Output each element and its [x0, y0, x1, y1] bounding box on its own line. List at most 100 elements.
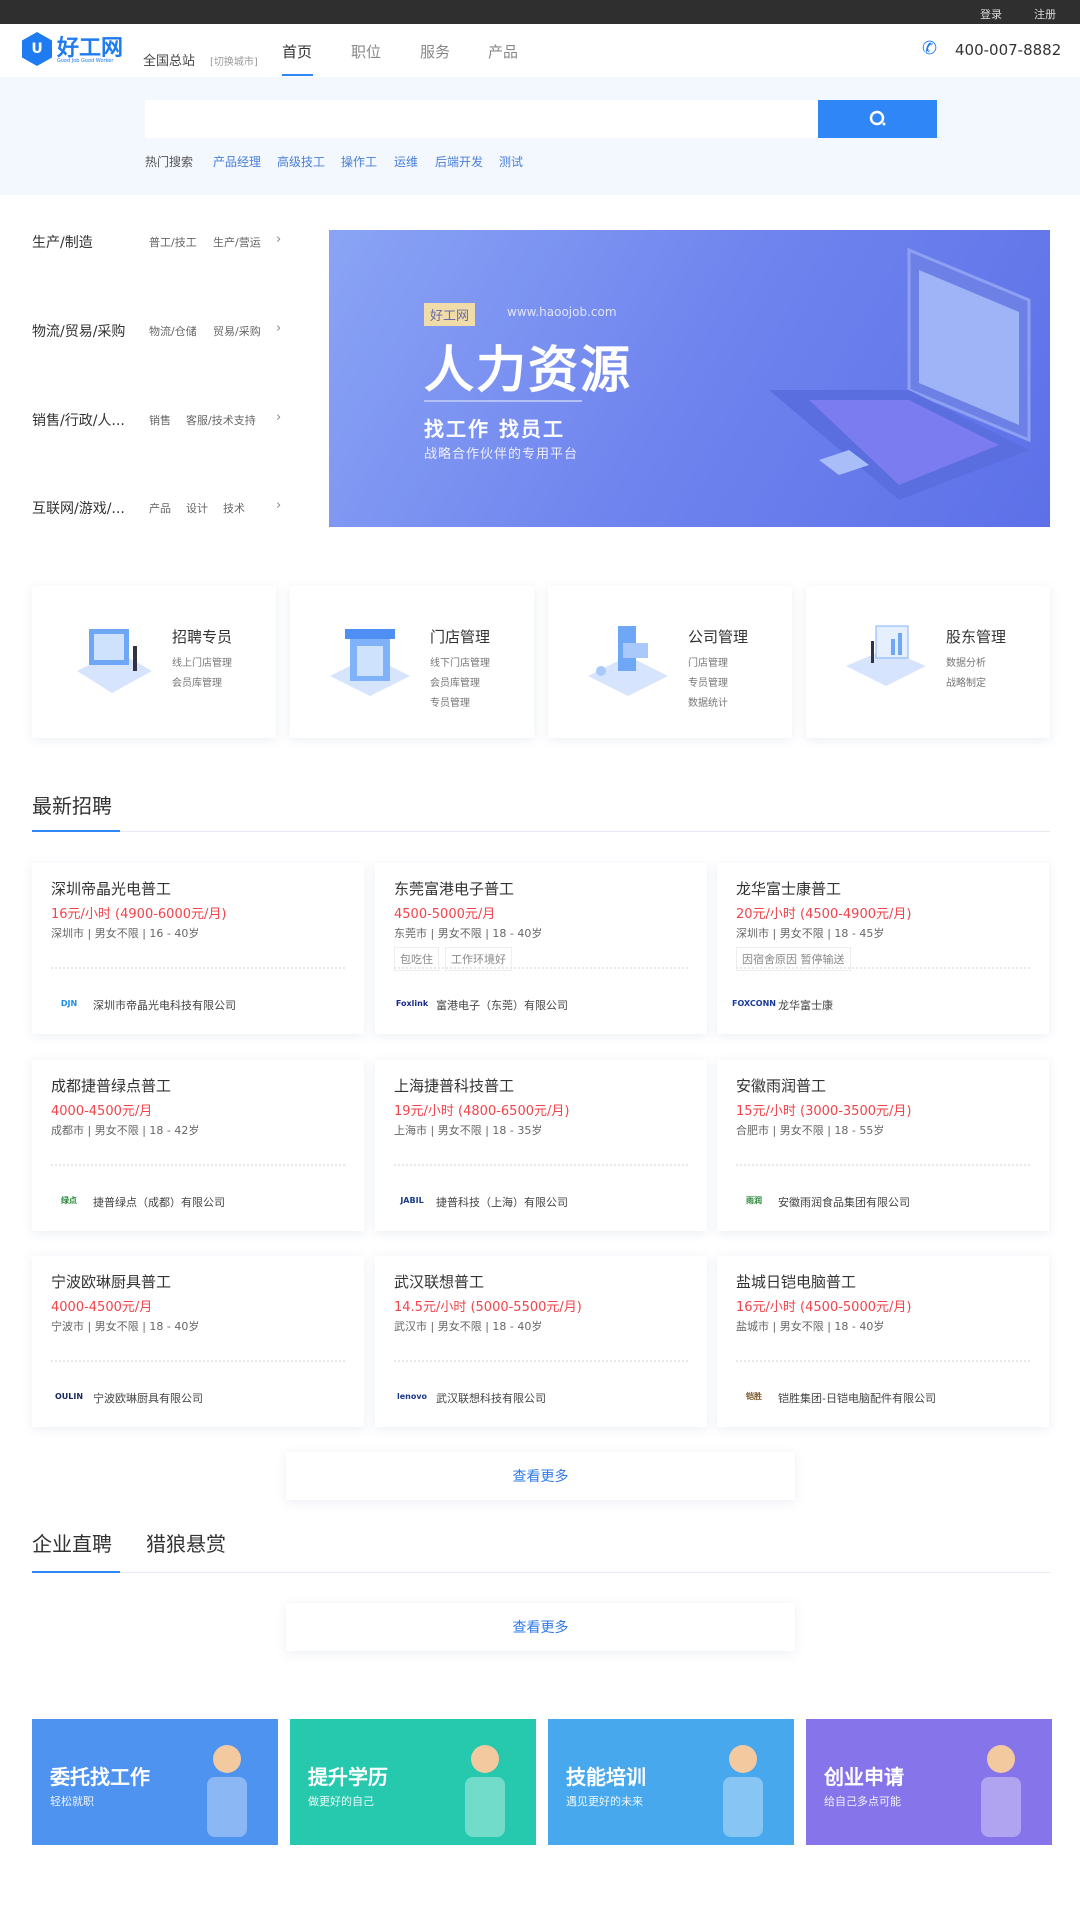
promo-title: 委托找工作: [50, 1765, 150, 1789]
job-title[interactable]: 宁波欧琳厨具普工: [51, 1271, 171, 1292]
job-meta: 东莞市 | 男女不限 | 18 - 40岁: [394, 927, 543, 940]
category-row[interactable]: 生产/制造 普工/技工 生产/营运 ›: [32, 232, 292, 252]
promo-illustration: [981, 1745, 1021, 1837]
promo-banner[interactable]: 创业申请 给自己多点可能: [806, 1719, 1052, 1845]
promo-illustration: [207, 1745, 247, 1837]
nav-jobs[interactable]: 职位: [351, 41, 381, 62]
job-salary: 16元/小时 (4900-6000元/月): [51, 907, 227, 922]
service-title: 公司管理: [688, 628, 749, 646]
promo-banner[interactable]: 技能培训 遇见更好的未来: [548, 1719, 794, 1845]
job-title[interactable]: 安徽雨润普工: [736, 1075, 826, 1096]
category-row[interactable]: 物流/贸易/采购 物流/仓储 贸易/采购 ›: [32, 321, 292, 341]
job-title[interactable]: 盐城日铠电脑普工: [736, 1271, 856, 1292]
company-logo: lenovo: [396, 1391, 428, 1401]
logo-text: 好工网: [57, 36, 124, 61]
promo-subtitle: 遇见更好的未来: [566, 1795, 643, 1808]
company-name[interactable]: 龙华富士康: [778, 997, 833, 1013]
job-title[interactable]: 深圳帝晶光电普工: [51, 878, 171, 899]
company-name[interactable]: 捷普科技（上海）有限公司: [436, 1194, 568, 1210]
category-row[interactable]: 销售/行政/人... 销售 客服/技术支持 ›: [32, 410, 292, 430]
tab-headhunter-bounty[interactable]: 猎狼悬赏: [146, 1528, 226, 1557]
view-more-enterprise-button[interactable]: 查看更多: [286, 1603, 795, 1651]
hot-search-link[interactable]: 高级技工: [277, 153, 325, 170]
category-sub[interactable]: 产品: [149, 500, 171, 516]
site-label: 全国总站: [143, 54, 196, 69]
job-meta: 合肥市 | 男女不限 | 18 - 55岁: [736, 1124, 885, 1137]
hot-search-link[interactable]: 后端开发: [435, 153, 483, 170]
nav-active-indicator: [282, 74, 313, 76]
promo-subtitle: 做更好的自己: [308, 1795, 374, 1808]
service-card-company[interactable]: 公司管理 门店管理 专员管理 数据统计: [548, 586, 792, 738]
promo-title: 技能培训: [566, 1765, 646, 1789]
card-divider: [51, 967, 345, 969]
promo-banner[interactable]: 提升学历 做更好的自己: [290, 1719, 536, 1845]
company-name[interactable]: 富港电子（东莞）有限公司: [436, 997, 568, 1013]
category-row[interactable]: 互联网/游戏/... 产品 设计 技术 ›: [32, 498, 292, 518]
job-card[interactable]: 宁波欧琳厨具普工 4000-4500元/月 宁波市 | 男女不限 | 18 - …: [32, 1256, 364, 1427]
logo-icon: U: [22, 32, 52, 66]
job-salary: 16元/小时 (4500-5000元/月): [736, 1300, 912, 1315]
job-meta: 深圳市 | 男女不限 | 16 - 40岁: [51, 927, 200, 940]
job-card[interactable]: 武汉联想普工 14.5元/小时 (5000-5500元/月) 武汉市 | 男女不…: [375, 1256, 707, 1427]
login-link[interactable]: 登录: [980, 6, 1002, 22]
category-sub[interactable]: 贸易/采购: [213, 323, 261, 339]
company-name[interactable]: 铠胜集团-日铠电脑配件有限公司: [778, 1390, 936, 1406]
category-sub[interactable]: 设计: [186, 500, 208, 516]
category-sub[interactable]: 客服/技术支持: [186, 412, 256, 428]
company-name[interactable]: 捷普绿点（成都）有限公司: [93, 1194, 225, 1210]
banner-badge: 好工网: [424, 303, 476, 326]
service-card-shareholder[interactable]: 股东管理 数据分析 战略制定: [806, 586, 1050, 738]
hot-search-link[interactable]: 操作工: [341, 153, 377, 170]
job-meta: 武汉市 | 男女不限 | 18 - 40岁: [394, 1320, 543, 1333]
company-name[interactable]: 宁波欧琳厨具有限公司: [93, 1390, 203, 1406]
promo-subtitle: 给自己多点可能: [824, 1795, 901, 1808]
category-sub[interactable]: 销售: [149, 412, 171, 428]
job-salary: 4000-4500元/月: [51, 1300, 153, 1315]
company-logo: OULIN: [54, 1391, 84, 1401]
register-link[interactable]: 注册: [1034, 6, 1056, 22]
company-name[interactable]: 安徽雨润食品集团有限公司: [778, 1194, 910, 1210]
job-title[interactable]: 武汉联想普工: [394, 1271, 484, 1292]
shareholder-illustration: [846, 625, 926, 686]
nav-services[interactable]: 服务: [420, 41, 450, 62]
job-card[interactable]: 安徽雨润普工 15元/小时 (3000-3500元/月) 合肥市 | 男女不限 …: [717, 1060, 1049, 1231]
company-name[interactable]: 武汉联想科技有限公司: [436, 1390, 546, 1406]
job-title[interactable]: 成都捷普绿点普工: [51, 1075, 171, 1096]
banner-title: 人力资源: [424, 341, 632, 399]
job-title[interactable]: 龙华富士康普工: [736, 878, 841, 899]
category-sub[interactable]: 技术: [223, 500, 245, 516]
category-sub[interactable]: 物流/仓储: [149, 323, 197, 339]
category-sub[interactable]: 普工/技工: [149, 234, 197, 250]
service-card-recruiter[interactable]: 招聘专员 线上门店管理 会员库管理: [32, 586, 276, 738]
job-title[interactable]: 上海捷普科技普工: [394, 1075, 514, 1096]
hot-search-link[interactable]: 测试: [499, 153, 523, 170]
company-logo: Foxlink: [395, 998, 429, 1008]
job-meta: 盐城市 | 男女不限 | 18 - 40岁: [736, 1320, 885, 1333]
job-title[interactable]: 东莞富港电子普工: [394, 878, 514, 899]
view-more-jobs-button[interactable]: 查看更多: [286, 1452, 795, 1500]
logo[interactable]: U 好工网 Good Job Good Worker: [22, 32, 123, 66]
job-card[interactable]: 东莞富港电子普工 4500-5000元/月 东莞市 | 男女不限 | 18 - …: [375, 863, 707, 1034]
job-card[interactable]: 深圳帝晶光电普工 16元/小时 (4900-6000元/月) 深圳市 | 男女不…: [32, 863, 364, 1034]
job-card[interactable]: 成都捷普绿点普工 4000-4500元/月 成都市 | 男女不限 | 18 - …: [32, 1060, 364, 1231]
job-card[interactable]: 龙华富士康普工 20元/小时 (4500-4900元/月) 深圳市 | 男女不限…: [717, 863, 1049, 1034]
search-icon: [869, 110, 885, 126]
hot-search-link[interactable]: 产品经理: [213, 153, 261, 170]
search-button[interactable]: [818, 100, 937, 138]
category-title: 生产/制造: [32, 235, 93, 251]
company-name[interactable]: 深圳市帝晶光电科技有限公司: [93, 997, 236, 1013]
nav-home[interactable]: 首页: [282, 41, 312, 62]
nav-products[interactable]: 产品: [488, 41, 518, 62]
job-card[interactable]: 上海捷普科技普工 19元/小时 (4800-6500元/月) 上海市 | 男女不…: [375, 1060, 707, 1231]
service-card-store[interactable]: 门店管理 线下门店管理 会员库管理 专员管理: [290, 586, 534, 738]
job-card[interactable]: 盐城日铠电脑普工 16元/小时 (4500-5000元/月) 盐城市 | 男女不…: [717, 1256, 1049, 1427]
hero-banner[interactable]: 好工网 www.haoojob.com 人力资源 找工作 找员工 战略合作伙伴的…: [329, 230, 1050, 527]
promo-banner[interactable]: 委托找工作 轻松就职: [32, 1719, 278, 1845]
phone-number: 400-007-8882: [955, 41, 1062, 59]
search-input[interactable]: [145, 100, 818, 138]
tab-enterprise-direct[interactable]: 企业直聘: [32, 1528, 112, 1557]
hot-search-link[interactable]: 运维: [394, 153, 418, 170]
switch-city-link[interactable]: [切换城市]: [210, 53, 258, 68]
category-sub[interactable]: 生产/营运: [213, 234, 261, 250]
header: U 好工网 Good Job Good Worker 全国总站 [切换城市] 首…: [0, 24, 1080, 77]
